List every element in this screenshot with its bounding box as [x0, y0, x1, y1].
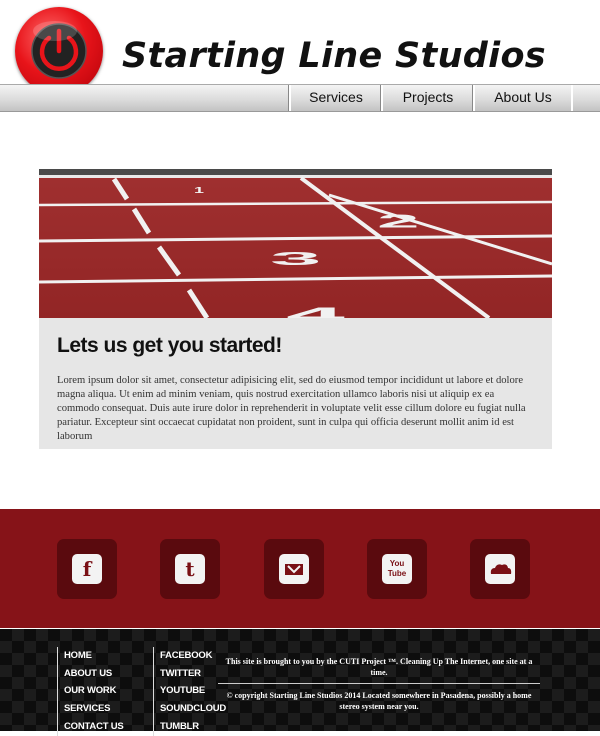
lane-number-1: 1: [194, 185, 204, 194]
power-button-icon: [31, 21, 87, 79]
footer-credit: This site is brought to you by the CUTI …: [225, 657, 533, 677]
site-title: Starting Line Studios: [122, 36, 546, 76]
content-title: Lets us get you started!: [57, 334, 282, 357]
social-band: f t You Tube: [0, 509, 600, 628]
youtube-button[interactable]: You Tube: [367, 539, 427, 599]
footer-link-soundcloud[interactable]: SOUNDCLOUD: [160, 700, 226, 718]
footer-link-facebook[interactable]: FACEBOOK: [160, 647, 226, 665]
footer-note: This site is brought to you by the CUTI …: [218, 656, 540, 712]
content-body: Lorem ipsum dolor sit amet, consectetur …: [57, 375, 526, 442]
cloud-icon: [490, 564, 512, 574]
hero-track-image: 1 2 3 4: [39, 169, 552, 318]
youtube-icon: You Tube: [382, 554, 412, 584]
power-button-logo[interactable]: [15, 7, 103, 95]
soundcloud-icon: [279, 554, 309, 584]
footer-divider: [218, 683, 540, 684]
soundcloud-button[interactable]: [264, 539, 324, 599]
cloud-button[interactable]: [470, 539, 530, 599]
footer-copyright: © copyright Starting Line Studios 2014 L…: [226, 691, 532, 711]
site-footer: HOME ABOUT US OUR WORK SERVICES CONTACT …: [0, 629, 600, 736]
footer-link-twitter[interactable]: TWITTER: [160, 665, 226, 683]
nav-projects[interactable]: Projects: [381, 85, 473, 111]
footer-nav-links: HOME ABOUT US OUR WORK SERVICES CONTACT …: [57, 647, 124, 736]
footer-link-our-work[interactable]: OUR WORK: [64, 682, 124, 700]
footer-link-tumblr[interactable]: TUMBLR: [160, 718, 226, 736]
footer-link-youtube[interactable]: YOUTUBE: [160, 682, 226, 700]
inbox-tray-icon: [285, 564, 303, 575]
content-panel: Lets us get you started! Lorem ipsum dol…: [39, 318, 552, 449]
lane-number-3: 3: [270, 248, 321, 269]
soundcloud-cloud-icon: [485, 554, 515, 584]
nav-about-us[interactable]: About Us: [473, 85, 573, 111]
top-navbar: Services Projects About Us: [0, 84, 600, 112]
footer-link-home[interactable]: HOME: [64, 647, 124, 665]
tumblr-icon: t: [175, 554, 205, 584]
lane-number-4: 4: [286, 303, 345, 318]
running-track-photo: 1 2 3 4: [39, 169, 552, 318]
nav-services[interactable]: Services: [289, 85, 381, 111]
footer-social-links: FACEBOOK TWITTER YOUTUBE SOUNDCLOUD TUMB…: [153, 647, 226, 736]
footer-link-contact-us[interactable]: CONTACT US: [64, 718, 124, 736]
facebook-icon: f: [72, 554, 102, 584]
lane-number-2: 2: [377, 211, 419, 231]
tumblr-button[interactable]: t: [160, 539, 220, 599]
facebook-button[interactable]: f: [57, 539, 117, 599]
footer-link-services[interactable]: SERVICES: [64, 700, 124, 718]
footer-link-about-us[interactable]: ABOUT US: [64, 665, 124, 683]
